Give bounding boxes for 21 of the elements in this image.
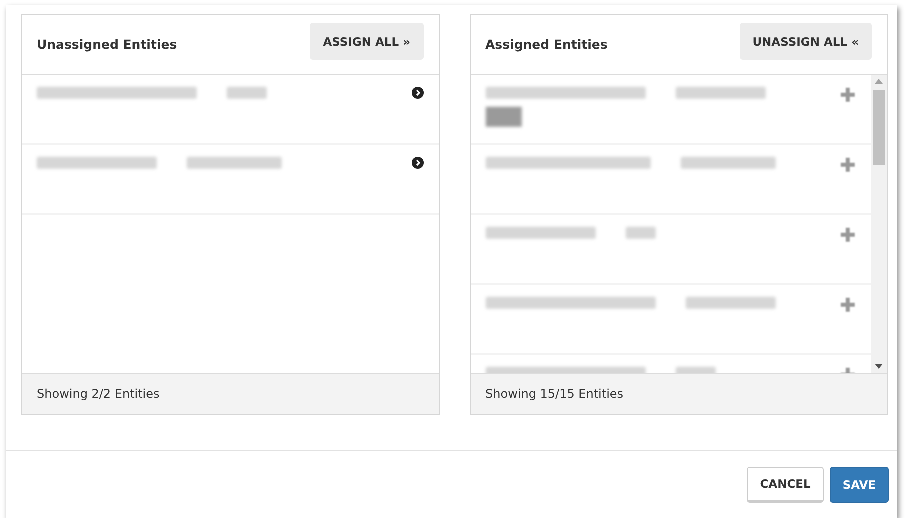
plus-icon[interactable]	[840, 157, 856, 173]
chevron-circle-icon[interactable]	[412, 87, 424, 99]
blurred-text	[227, 87, 267, 99]
blurred-text	[626, 227, 656, 239]
scrollbar[interactable]	[871, 75, 887, 373]
plus-icon[interactable]	[840, 87, 856, 103]
plus-icon[interactable]	[840, 227, 856, 243]
entity-count: Showing 15/15 Entities	[486, 387, 624, 401]
panel-title: Assigned Entities	[486, 37, 608, 52]
panel-action-button[interactable]: UNASSIGN ALL «	[740, 23, 872, 60]
scroll-thumb[interactable]	[873, 90, 885, 165]
cancel-button[interactable]: CANCEL	[747, 467, 824, 503]
save-button[interactable]: SAVE	[830, 467, 889, 503]
plus-icon[interactable]	[840, 297, 856, 313]
chevron-circle-icon[interactable]	[412, 157, 424, 169]
panel-action-button[interactable]: ASSIGN ALL »	[310, 23, 424, 60]
panel-title: Unassigned Entities	[37, 37, 178, 52]
scroll-up-icon[interactable]	[875, 79, 883, 84]
scroll-down-icon[interactable]	[875, 364, 883, 369]
entity-count: Showing 2/2 Entities	[37, 387, 160, 401]
blurred-tag	[486, 107, 522, 127]
